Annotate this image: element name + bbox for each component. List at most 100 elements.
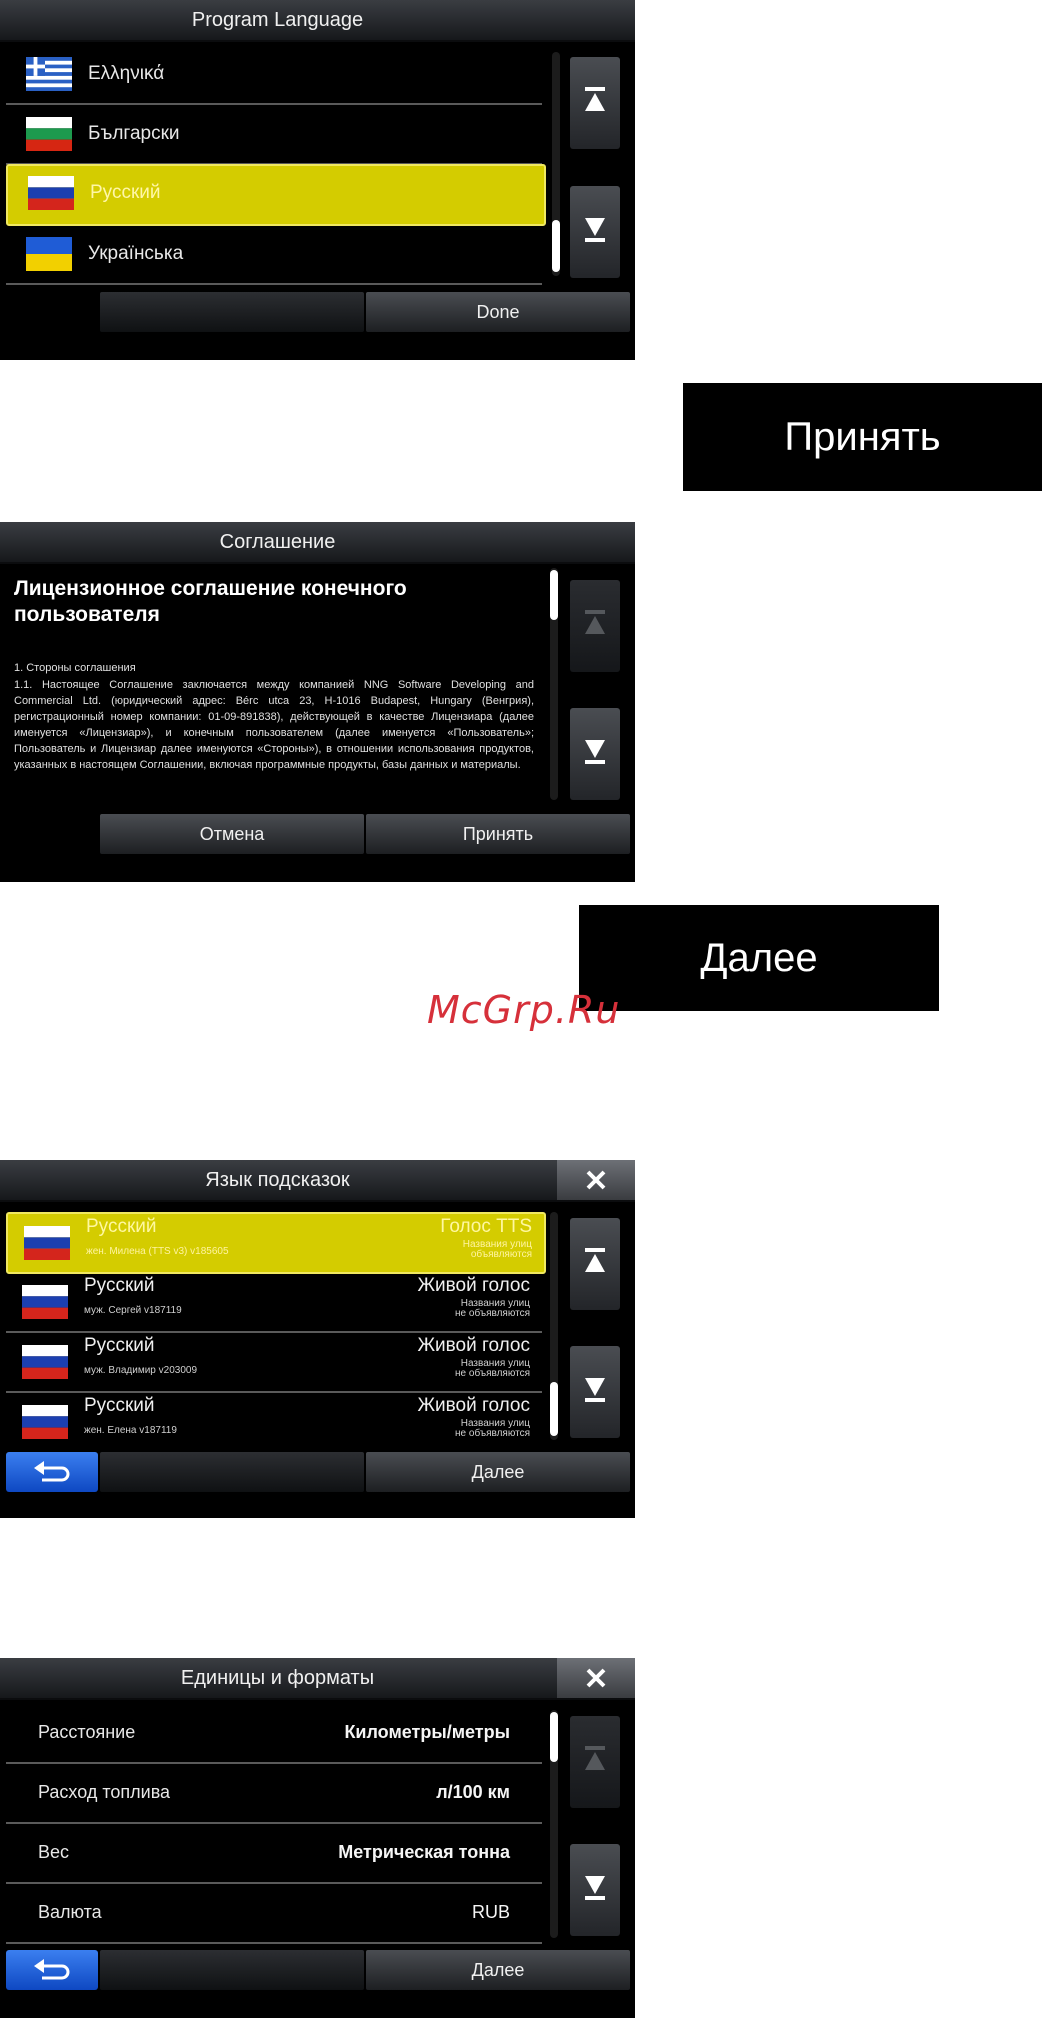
screen-header: Единицы и форматы <box>0 1658 635 1700</box>
next-button[interactable]: Далее <box>366 1950 630 1990</box>
voice-language: Русский <box>84 1335 155 1356</box>
scrollbar[interactable] <box>550 568 558 800</box>
accept-callout: Принять <box>683 383 1042 491</box>
scrollbar-thumb[interactable] <box>550 1712 558 1762</box>
voice-details: жен. Милена (TTS v3) v185605 <box>86 1246 229 1257</box>
cancel-button[interactable]: Отмена <box>100 814 364 854</box>
voice-type: Живой голос <box>417 1395 530 1416</box>
scroll-top-icon <box>585 87 605 111</box>
russia-flag-icon <box>28 176 74 210</box>
scrollbar[interactable] <box>550 1710 558 1938</box>
voice-type: Живой голос <box>417 1335 530 1356</box>
next-button[interactable]: Далее <box>366 1452 630 1492</box>
screen-title: Program Language <box>191 9 364 31</box>
scroll-top-button[interactable] <box>570 1218 620 1310</box>
voice-type: Живой голос <box>417 1275 530 1296</box>
voice-language-screen: Язык подсказок Русский жен. Милена (TTS … <box>0 1160 635 1518</box>
setting-row-weight[interactable]: Вес Метрическая тонна <box>6 1824 542 1884</box>
ukraine-flag-icon <box>26 237 72 271</box>
scrollbar-thumb[interactable] <box>552 220 560 272</box>
voice-language: Русский <box>86 1216 157 1237</box>
scroll-top-icon <box>585 1746 605 1770</box>
language-item-ukrainian[interactable]: Українська <box>6 225 542 285</box>
russia-flag-icon <box>24 1226 70 1260</box>
voice-details: жен. Елена v187119 <box>84 1425 177 1436</box>
scroll-bottom-button[interactable] <box>570 1844 620 1936</box>
program-language-screen: Program Language Ελληνικά Български Русс… <box>0 0 635 360</box>
voice-note: Названия улиц не объявляются <box>410 1419 530 1439</box>
scroll-top-icon <box>585 1248 605 1272</box>
scroll-top-button[interactable] <box>570 580 620 672</box>
bulgaria-flag-icon <box>26 117 72 151</box>
language-label: Български <box>88 123 180 144</box>
back-button[interactable] <box>6 1950 98 1990</box>
scrollbar[interactable] <box>552 52 560 276</box>
scroll-top-button[interactable] <box>570 1716 620 1808</box>
setting-row-distance[interactable]: Расстояние Километры/метры <box>6 1704 542 1764</box>
scroll-bottom-icon <box>585 740 605 764</box>
language-item-bulgarian[interactable]: Български <box>6 105 542 165</box>
back-button[interactable] <box>6 1452 98 1492</box>
russia-flag-icon <box>22 1285 68 1319</box>
footer-bar: Далее <box>100 1452 630 1492</box>
close-icon <box>586 1170 606 1190</box>
close-button[interactable] <box>557 1658 635 1698</box>
screen-title: Язык подсказок <box>205 1169 350 1191</box>
back-arrow-icon <box>34 1461 70 1482</box>
setting-value: RUB <box>471 1902 510 1922</box>
back-arrow-icon <box>34 1959 70 1980</box>
footer-bar: Done <box>100 292 630 332</box>
setting-label: Расстояние <box>38 1722 136 1742</box>
setting-label: Валюта <box>38 1902 102 1922</box>
scrollbar[interactable] <box>550 1212 558 1440</box>
voice-item[interactable]: Русский жен. Елена v187119 Живой голос Н… <box>6 1393 542 1441</box>
voice-item[interactable]: Русский жен. Милена (TTS v3) v185605 Гол… <box>6 1212 546 1274</box>
footer-empty-slot <box>100 1950 364 1990</box>
russia-flag-icon <box>22 1345 68 1379</box>
screen-header: Соглашение <box>0 522 635 564</box>
next-callout: Далее <box>579 905 939 1011</box>
language-label: Українська <box>88 243 184 264</box>
language-item-greek[interactable]: Ελληνικά <box>6 45 542 105</box>
footer-bar: Отмена Принять <box>100 814 630 854</box>
agreement-screen: Соглашение Лицензионное соглашение конеч… <box>0 522 635 882</box>
setting-label: Вес <box>38 1842 70 1862</box>
voice-item[interactable]: Русский муж. Владимир v203009 Живой голо… <box>6 1333 542 1393</box>
accept-button[interactable]: Принять <box>366 814 630 854</box>
done-button[interactable]: Done <box>366 292 630 332</box>
units-formats-screen: Единицы и форматы Расстояние Километры/м… <box>0 1658 635 2018</box>
voice-language: Русский <box>84 1275 155 1296</box>
scroll-bottom-icon <box>585 1876 605 1900</box>
voice-note: Названия улиц не объявляются <box>410 1359 530 1379</box>
setting-row-fuel[interactable]: Расход топлива л/100 км <box>6 1764 542 1824</box>
language-item-russian[interactable]: Русский <box>6 164 546 226</box>
scroll-top-button[interactable] <box>570 57 620 149</box>
voice-note-line2: не объявляются <box>455 1428 530 1439</box>
footer-empty-slot <box>100 292 364 332</box>
voice-details: муж. Владимир v203009 <box>84 1365 198 1376</box>
scrollbar-thumb[interactable] <box>550 570 558 620</box>
agreement-heading: Лицензионное соглашение конечного пользо… <box>14 577 407 626</box>
watermark-text: McGrp.Ru <box>427 988 621 1032</box>
scrollbar-thumb[interactable] <box>550 1382 558 1436</box>
setting-value: Километры/метры <box>344 1722 510 1742</box>
scroll-bottom-button[interactable] <box>570 186 620 278</box>
scroll-bottom-button[interactable] <box>570 708 620 800</box>
close-icon <box>586 1668 606 1688</box>
agreement-body-text: 1.1. Настоящее Соглашение заключается ме… <box>14 679 534 771</box>
language-label: Русский <box>90 182 161 203</box>
voice-note-line2: не объявляются <box>455 1368 530 1379</box>
voice-note: Названия улиц объявляются <box>412 1240 532 1260</box>
close-button[interactable] <box>557 1160 635 1200</box>
voice-note-line2: объявляются <box>470 1249 532 1260</box>
voice-note: Названия улиц не объявляются <box>410 1299 530 1319</box>
setting-value: Метрическая тонна <box>338 1842 510 1862</box>
setting-value: л/100 км <box>436 1782 510 1802</box>
screen-title: Единицы и форматы <box>180 1667 375 1689</box>
footer-bar: Далее <box>100 1950 630 1990</box>
voice-item[interactable]: Русский муж. Сергей v187119 Живой голос … <box>6 1273 542 1333</box>
setting-row-currency[interactable]: Валюта RUB <box>6 1884 542 1944</box>
scroll-top-icon <box>585 610 605 634</box>
screen-header: Program Language <box>0 0 635 42</box>
scroll-bottom-button[interactable] <box>570 1346 620 1438</box>
